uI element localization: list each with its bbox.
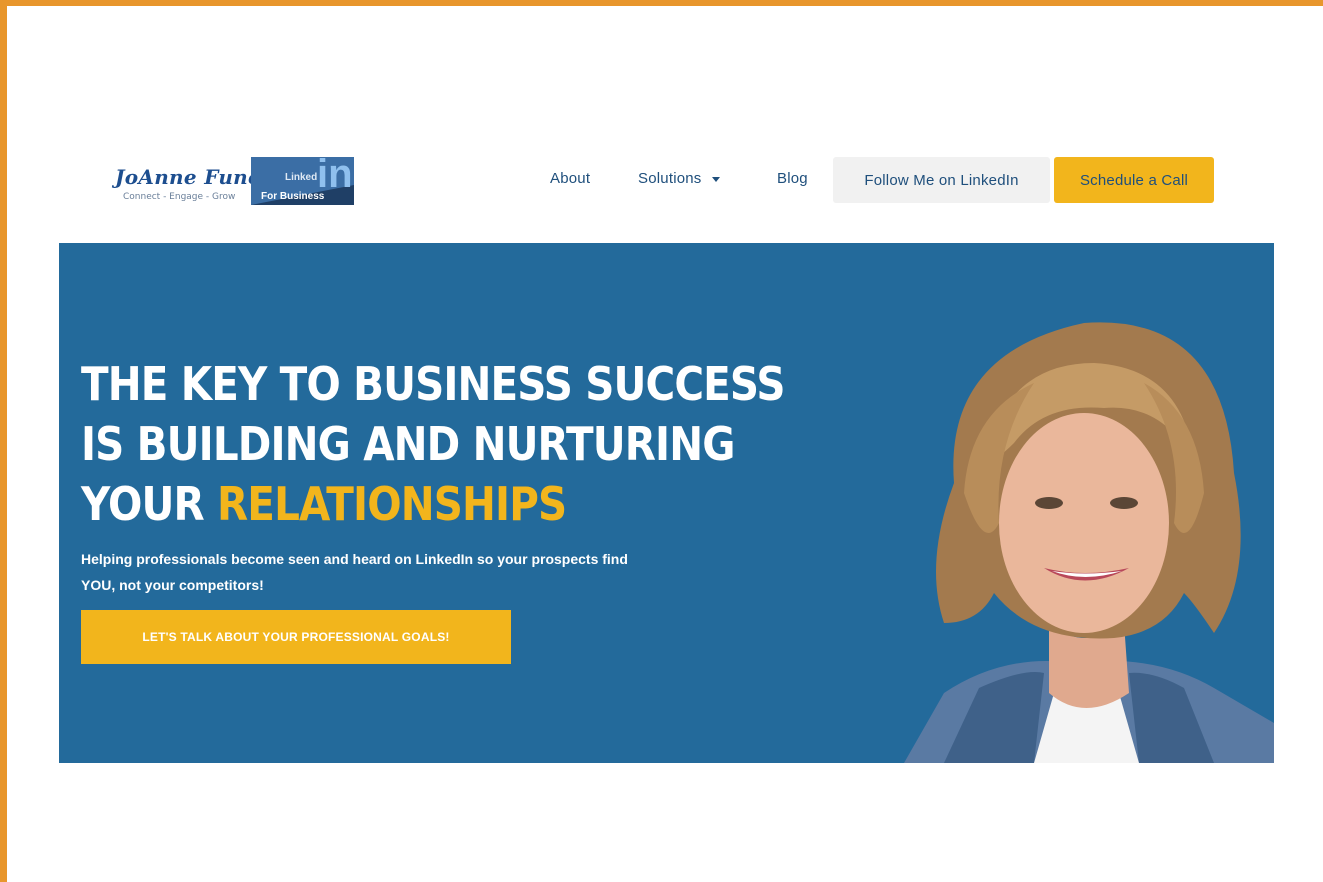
nav-blog[interactable]: Blog xyxy=(777,170,808,187)
badge-linked-text: Linked xyxy=(285,172,318,183)
sub-part2: and xyxy=(319,551,353,567)
hero-headline-highlight: RELATIONSHIPS xyxy=(217,477,567,531)
sub-bold-heard: heard xyxy=(352,551,391,567)
chevron-down-icon xyxy=(711,176,720,182)
schedule-call-button[interactable]: Schedule a Call xyxy=(1054,157,1214,203)
hero-headline-line3-prefix: YOUR xyxy=(81,477,218,531)
follow-linkedin-button[interactable]: Follow Me on LinkedIn xyxy=(833,157,1050,203)
hero-section: THE KEY TO BUSINESS SUCCESS IS BUILDING … xyxy=(59,243,1274,763)
logo-tagline: Connect - Engage - Grow xyxy=(123,192,236,202)
nav-about[interactable]: About xyxy=(550,170,590,187)
portrait-photo xyxy=(904,322,1274,763)
sub-bold-seen: seen xyxy=(287,551,320,567)
sub-part1: Helping professionals become xyxy=(81,551,288,567)
linkedin-for-business-badge: Linked in For Business xyxy=(251,157,354,205)
hero-subheadline: Helping professionals become seen and he… xyxy=(81,546,761,598)
sub-part4: , not your competitors! xyxy=(111,577,264,593)
hero-headline-line2: IS BUILDING AND NURTURING xyxy=(81,417,735,471)
hero-headline: THE KEY TO BUSINESS SUCCESS IS BUILDING … xyxy=(81,354,786,534)
sub-part3: on LinkedIn so your prospects find xyxy=(390,551,628,567)
nav-solutions-label: Solutions xyxy=(638,170,702,187)
sub-bold-you: YOU xyxy=(81,577,112,593)
hero-headline-line1: THE KEY TO BUSINESS SUCCESS xyxy=(81,357,786,411)
badge-for-business-text: For Business xyxy=(261,191,325,202)
site-logo[interactable]: JoAnne Funch Connect - Engage - Grow Lin… xyxy=(112,157,357,207)
nav-solutions[interactable]: Solutions xyxy=(638,170,720,187)
professional-goals-cta-button[interactable]: LET'S TALK ABOUT YOUR PROFESSIONAL GOALS… xyxy=(81,610,511,664)
